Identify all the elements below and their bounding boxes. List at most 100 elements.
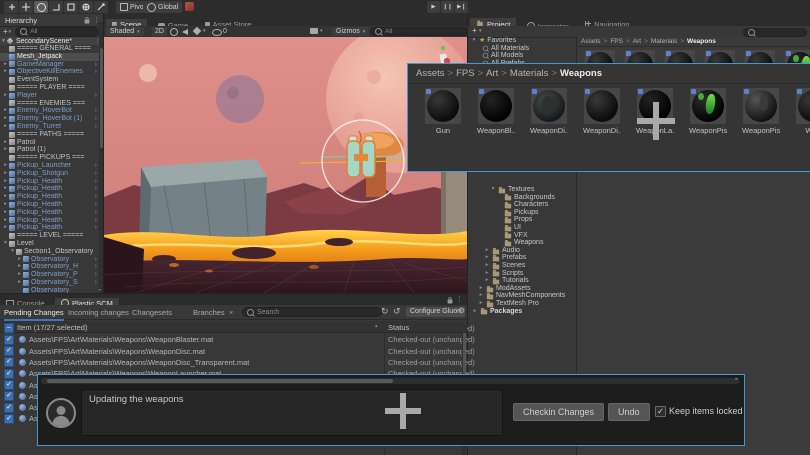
folder-item[interactable]: UI — [468, 224, 576, 232]
favorites-root[interactable]: ▾ ★ Favorites — [468, 37, 576, 45]
folder-item[interactable]: ▸Scripts — [468, 270, 576, 278]
row-checkbox[interactable]: ✓ — [4, 391, 14, 401]
status-column-header[interactable]: Status — [388, 323, 409, 332]
item-column-header[interactable]: Item (17/27 selected) — [17, 323, 87, 332]
foldout-icon[interactable]: ▸ — [2, 178, 9, 186]
folder-item[interactable]: VFX — [468, 232, 576, 240]
checkin-changes-button[interactable]: Checkin Changes — [513, 403, 604, 421]
transform-tool[interactable] — [79, 1, 93, 13]
foldout-icon[interactable]: ▸ — [2, 115, 9, 123]
foldout-icon[interactable]: ▸ — [2, 201, 9, 209]
undo-button[interactable]: Undo — [608, 403, 650, 421]
global-button[interactable]: Global — [143, 1, 182, 13]
scene-visibility-icon[interactable] — [212, 29, 222, 36]
hierarchy-item[interactable]: ===== ENEMIES === — [0, 100, 99, 108]
foldout-icon[interactable]: ▸ — [2, 217, 9, 225]
foldout-icon[interactable]: ▸ — [2, 170, 9, 178]
open-prefab-icon[interactable]: › — [95, 263, 97, 271]
foldout-icon[interactable]: ▸ — [484, 270, 490, 278]
open-prefab-icon[interactable]: › — [95, 193, 97, 201]
version-control-icon[interactable] — [185, 2, 194, 11]
lighting-toggle-icon[interactable] — [170, 28, 178, 36]
keep-locked-checkbox[interactable]: ✓ — [655, 406, 666, 417]
step-button[interactable]: ▶❙ — [455, 1, 468, 13]
foldout-icon[interactable]: ▸ — [2, 139, 9, 147]
rect-tool[interactable] — [64, 1, 78, 13]
hierarchy-item[interactable]: Mesh_Jetpack — [0, 53, 99, 61]
foldout-icon[interactable]: ▸ — [484, 277, 490, 285]
lock-icon[interactable] — [85, 20, 90, 24]
move-tool[interactable] — [19, 1, 33, 13]
open-prefab-icon[interactable]: › — [95, 256, 97, 264]
hierarchy-item[interactable]: ▸Enemy_HoverBot (1)› — [0, 115, 99, 123]
hierarchy-item[interactable]: ▸Enemy_Turret› — [0, 123, 99, 131]
folder-item[interactable]: ▸NavMeshComponents — [468, 292, 576, 300]
folder-item[interactable]: Weapons — [468, 239, 576, 247]
effects-caret-icon[interactable]: ▾ — [203, 28, 206, 34]
foldout-icon[interactable]: ▸ — [478, 300, 484, 308]
scene-search-input[interactable]: All — [370, 27, 468, 36]
comment-input[interactable]: Updating the weapons — [81, 389, 503, 436]
hierarchy-item[interactable]: ▸Pickup_Health› — [0, 209, 99, 217]
material-tile[interactable]: WeaponPis... — [689, 88, 727, 135]
effects-dropdown-icon[interactable] — [193, 27, 201, 35]
row-checkbox[interactable]: ✓ — [4, 380, 14, 390]
breadcrumb-item[interactable]: FPS — [610, 38, 623, 45]
hierarchy-search-input[interactable]: All — [15, 27, 99, 37]
breadcrumb-item[interactable]: FPS — [456, 68, 474, 79]
hierarchy-item[interactable]: ▸Observatory› — [0, 256, 99, 264]
hierarchy-item[interactable]: ▸ObjectiveKillEnemies› — [0, 68, 99, 76]
2d-toggle[interactable]: 2D — [152, 27, 167, 36]
open-prefab-icon[interactable]: › — [95, 279, 97, 287]
foldout-icon[interactable]: ▸ — [2, 92, 9, 100]
hierarchy-item[interactable]: ▾Section1_Observatory — [0, 248, 99, 256]
add-asset-button[interactable]: + — [472, 26, 477, 35]
open-prefab-icon[interactable]: › — [95, 61, 97, 69]
row-checkbox[interactable]: ✓ — [4, 403, 14, 413]
shading-mode-dropdown[interactable]: Shaded▾ — [106, 27, 144, 36]
folder-item[interactable]: ▸TextMesh Pro — [468, 300, 576, 308]
open-prefab-icon[interactable]: › — [95, 185, 97, 193]
foldout-icon[interactable]: ▸ — [2, 185, 9, 193]
foldout-icon[interactable]: ▸ — [2, 209, 9, 217]
hierarchy-item[interactable]: ===== PICKUPS === — [0, 154, 99, 162]
hierarchy-item[interactable]: ===== PATHS ===== — [0, 131, 99, 139]
add-object-button[interactable]: + — [3, 27, 8, 36]
hierarchy-item[interactable]: ▸Patrol (1) — [0, 146, 99, 154]
favorite-item[interactable]: All Materials — [468, 45, 576, 53]
horizontal-scrollbar[interactable]: ▸ — [41, 378, 740, 384]
open-prefab-icon[interactable]: › — [95, 162, 97, 170]
close-view-icon[interactable]: × — [229, 308, 233, 317]
hierarchy-item[interactable]: ▸Pickup_Health› — [0, 193, 99, 201]
breadcrumb-item[interactable]: Art — [486, 68, 498, 79]
foldout-icon[interactable]: ▸ — [2, 123, 9, 131]
hierarchy-item[interactable]: ▸Observatory_H› — [0, 263, 99, 271]
hand-tool[interactable] — [4, 1, 18, 13]
hierarchy-item[interactable]: ▸Enemy_HoverBot› — [0, 107, 99, 115]
open-prefab-icon[interactable]: › — [95, 92, 97, 100]
material-tile[interactable]: WeaponPis... — [742, 88, 780, 135]
hierarchy-item[interactable]: ▸Pickup_Shotgun› — [0, 170, 99, 178]
foldout-icon[interactable]: ▸ — [2, 162, 9, 170]
foldout-icon[interactable]: ▸ — [2, 193, 9, 201]
foldout-icon[interactable]: ▾ — [9, 248, 16, 256]
open-prefab-icon[interactable]: › — [95, 201, 97, 209]
open-prefab-icon[interactable]: › — [95, 115, 97, 123]
foldout-icon[interactable]: ▾ — [2, 240, 9, 248]
table-row[interactable]: ✓Assets\FPS\Art\Materials\Weapons\Weapon… — [0, 346, 467, 357]
scroll-down-icon[interactable]: ▾ — [99, 287, 101, 292]
folder-item[interactable]: Pickups — [468, 209, 576, 217]
folder-item[interactable]: ▸Scenes — [468, 262, 576, 270]
foldout-icon[interactable]: ▸ — [2, 61, 9, 69]
add-dropdown-icon[interactable]: ▾ — [9, 29, 12, 35]
table-row[interactable]: ✓Assets\FPS\Art\Materials\Weapons\Weapon… — [0, 357, 467, 368]
pause-button[interactable]: ❙❙ — [441, 1, 454, 13]
row-checkbox[interactable]: ✓ — [4, 346, 14, 356]
project-search-input[interactable] — [743, 28, 807, 37]
view-pending-changes[interactable]: Pending Changes — [4, 308, 64, 321]
hierarchy-item[interactable]: ▸Pickup_Launcher› — [0, 162, 99, 170]
material-tile[interactable]: Gun — [424, 88, 462, 135]
foldout-icon[interactable]: ▸ — [16, 279, 23, 287]
hierarchy-item[interactable]: ▸Observatory_P› — [0, 271, 99, 279]
open-prefab-icon[interactable]: › — [95, 107, 97, 115]
